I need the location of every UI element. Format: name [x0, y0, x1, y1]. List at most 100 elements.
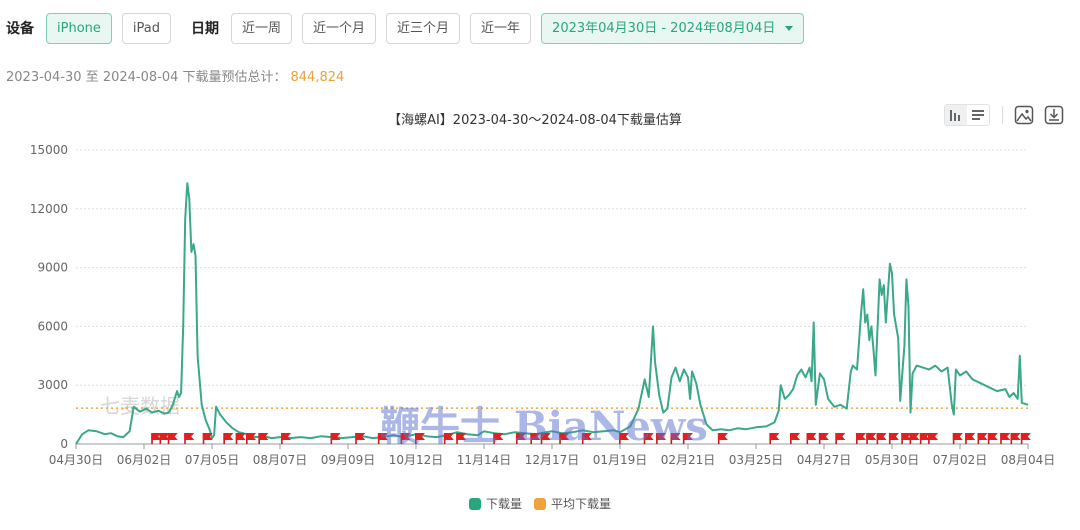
bar-chart-icon[interactable]: [945, 105, 967, 125]
x-tick-label: 07月05日: [185, 453, 240, 467]
event-flag[interactable]: [281, 433, 292, 444]
download-icon[interactable]: [1043, 104, 1065, 126]
x-tick-label: 10月12日: [389, 453, 444, 467]
summary-text: 2023-04-30 至 2024-08-04 下载量预估总计：: [6, 70, 287, 85]
event-flag[interactable]: [806, 433, 817, 444]
save-image-icon[interactable]: [1013, 104, 1035, 126]
legend-label-average: 平均下载量: [551, 497, 612, 511]
flag-banner: [952, 433, 963, 440]
event-flag[interactable]: [987, 433, 998, 444]
x-tick-label: 04月30日: [49, 453, 104, 467]
event-flag[interactable]: [866, 433, 877, 444]
filter-bar: 设备 iPhone iPad 日期 近一周 近一个月 近三个月 近一年 2023…: [0, 12, 805, 44]
x-tick-label: 08月07日: [253, 453, 308, 467]
range-3month-button[interactable]: 近三个月: [386, 12, 461, 44]
flag-banner: [184, 433, 195, 440]
flag-banner: [977, 433, 988, 440]
device-ipad-button[interactable]: iPad: [121, 12, 171, 44]
y-axis: 0 3000 6000 9000 12000 15000: [30, 143, 68, 451]
qimai-watermark: 七麦数据: [100, 394, 180, 418]
date-range-picker[interactable]: 2023年04月30日 - 2024年08月04日: [541, 12, 805, 44]
y-tick-label: 15000: [30, 143, 68, 157]
flag-banner: [717, 433, 728, 440]
flag-banner: [965, 433, 976, 440]
summary-total: 844,824: [290, 70, 345, 85]
device-label: 设备: [6, 21, 34, 37]
toolbox-divider: [1002, 106, 1003, 124]
y-tick-label: 0: [60, 437, 68, 451]
event-flag[interactable]: [928, 433, 939, 444]
event-flag[interactable]: [909, 433, 920, 444]
event-flag[interactable]: [790, 433, 801, 444]
flag-banner: [223, 433, 234, 440]
flag-banner: [167, 433, 178, 440]
chart-toolbox: [944, 104, 1073, 126]
flag-banner: [855, 433, 866, 440]
x-tick-label: 02月21日: [661, 453, 716, 467]
event-flag[interactable]: [1000, 433, 1011, 444]
x-tick-label: 12月17日: [525, 453, 580, 467]
event-flag[interactable]: [223, 433, 234, 444]
flag-banner: [866, 433, 877, 440]
event-flag[interactable]: [717, 433, 728, 444]
legend-swatch-downloads: [468, 497, 481, 510]
flag-banner: [235, 433, 246, 440]
date-label: 日期: [190, 21, 219, 37]
event-flag[interactable]: [1010, 433, 1021, 444]
event-flag[interactable]: [330, 433, 341, 444]
event-flag[interactable]: [235, 433, 246, 444]
legend-item-downloads[interactable]: 下载量: [468, 495, 522, 512]
event-flag[interactable]: [977, 433, 988, 444]
flag-banner: [1000, 433, 1011, 440]
y-tick-label: 9000: [37, 261, 68, 275]
y-tick-label: 3000: [37, 378, 68, 392]
chart-legend: 下载量 平均下载量: [0, 495, 1080, 512]
event-flag[interactable]: [1020, 433, 1031, 444]
event-flag[interactable]: [258, 433, 269, 444]
flag-banner: [806, 433, 817, 440]
bianews-watermark: 鞭牛士 BiaNews: [380, 403, 708, 450]
chart-title: 【海螺AI】2023-04-30～2024-08-04下载量估算: [388, 113, 682, 128]
x-tick-label: 07月02日: [933, 453, 988, 467]
event-flag[interactable]: [167, 433, 178, 444]
flag-banner: [888, 433, 899, 440]
downloads-line-chart: 0 3000 6000 9000 12000 15000 04月30日 06月02日 07月0…: [30, 143, 1055, 467]
x-tick-label: 06月02日: [117, 453, 172, 467]
range-year-button[interactable]: 近一年: [470, 12, 532, 44]
event-flag[interactable]: [965, 433, 976, 444]
range-month-button[interactable]: 近一个月: [302, 12, 377, 44]
event-flag[interactable]: [246, 433, 257, 444]
legend-label-downloads: 下载量: [485, 497, 522, 511]
flag-banner: [818, 433, 829, 440]
chart-view-toggle: [944, 104, 990, 126]
event-flag[interactable]: [769, 433, 780, 444]
flag-banner: [790, 433, 801, 440]
event-flag[interactable]: [876, 433, 887, 444]
event-flag[interactable]: [952, 433, 963, 444]
event-flag[interactable]: [202, 433, 213, 444]
event-flag[interactable]: [835, 433, 846, 444]
grid-lines: [76, 149, 1028, 386]
event-flag[interactable]: [355, 433, 366, 444]
date-range-value: 2023年04月30日 - 2024年08月04日: [552, 20, 776, 36]
flag-banner: [928, 433, 939, 440]
event-flag[interactable]: [818, 433, 829, 444]
flag-banner: [876, 433, 887, 440]
event-flag[interactable]: [855, 433, 866, 444]
legend-item-average[interactable]: 平均下载量: [534, 495, 611, 512]
caret-down-icon: [785, 25, 794, 31]
event-flag[interactable]: [888, 433, 899, 444]
x-tick-label: 11月14日: [457, 453, 512, 467]
list-view-icon[interactable]: [967, 105, 989, 125]
flag-banner: [281, 433, 292, 440]
range-week-button[interactable]: 近一周: [230, 12, 292, 44]
event-flag[interactable]: [184, 433, 195, 444]
flag-banner: [835, 433, 846, 440]
legend-swatch-average: [534, 497, 546, 510]
device-iphone-button[interactable]: iPhone: [46, 12, 112, 44]
y-tick-label: 12000: [30, 202, 68, 216]
download-summary: 2023-04-30 至 2024-08-04 下载量预估总计： 844,824: [6, 66, 344, 85]
x-tick-label: 05月30日: [865, 453, 920, 467]
x-tick-label: 04月27日: [797, 453, 852, 467]
x-tick-label: 01月19日: [593, 453, 648, 467]
